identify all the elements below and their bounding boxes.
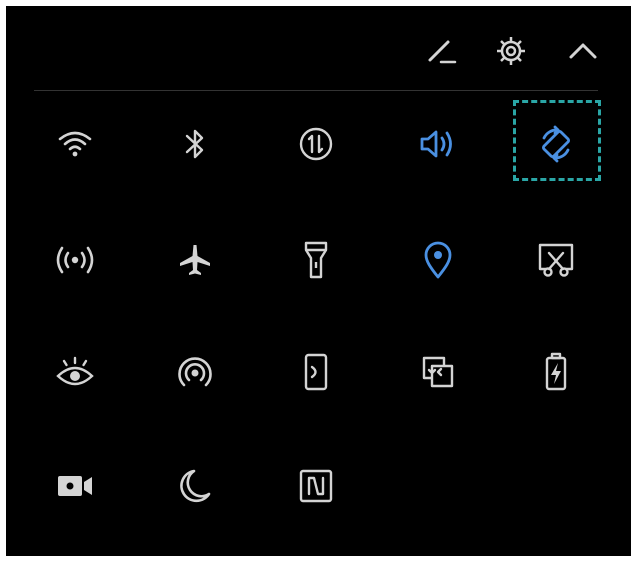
tile-screen-recorder[interactable] [40,451,110,521]
flashlight-icon [304,241,328,279]
settings-button[interactable] [492,32,530,70]
hotspot-icon [56,246,94,274]
settings-gear-icon [497,37,525,65]
edit-icon [428,40,457,64]
nfc-icon [299,469,333,503]
screenshot-icon [538,243,574,277]
tile-bluetooth[interactable] [160,109,230,179]
tile-power-saving[interactable] [521,337,591,407]
tile-phone-clone[interactable] [281,337,351,407]
wifi-icon [58,131,92,157]
location-icon [424,241,452,279]
tile-huawei-share[interactable] [403,337,473,407]
wireless-projection-icon [178,357,212,387]
tile-sound[interactable] [403,109,473,179]
tile-mobile-data[interactable] [281,109,351,179]
tile-flashlight[interactable] [281,225,351,295]
phone-clone-icon [304,353,328,391]
screen-recorder-icon [58,476,92,496]
tile-wireless-projection[interactable] [160,337,230,407]
airplane-mode-icon [180,245,210,275]
do-not-disturb-icon [180,469,211,503]
header-divider [34,90,598,91]
huawei-share-icon [422,356,454,388]
tile-wifi[interactable] [40,109,110,179]
tile-nfc[interactable] [281,451,351,521]
tile-location[interactable] [403,225,473,295]
chevron-up-icon [569,43,597,59]
tile-airplane-mode[interactable] [160,225,230,295]
edit-button[interactable] [423,32,461,70]
bluetooth-icon [185,129,204,159]
quick-settings-panel [6,6,631,556]
mobile-data-icon [299,127,333,161]
sound-icon [420,130,452,158]
tile-do-not-disturb[interactable] [160,451,230,521]
collapse-button[interactable] [564,32,602,70]
tile-screenshot[interactable] [521,225,591,295]
power-saving-icon [545,352,567,391]
auto-rotate-icon [541,125,571,163]
tile-eye-comfort[interactable] [40,337,110,407]
tile-hotspot[interactable] [40,225,110,295]
tile-auto-rotate[interactable] [521,109,591,179]
eye-comfort-icon [56,356,94,386]
